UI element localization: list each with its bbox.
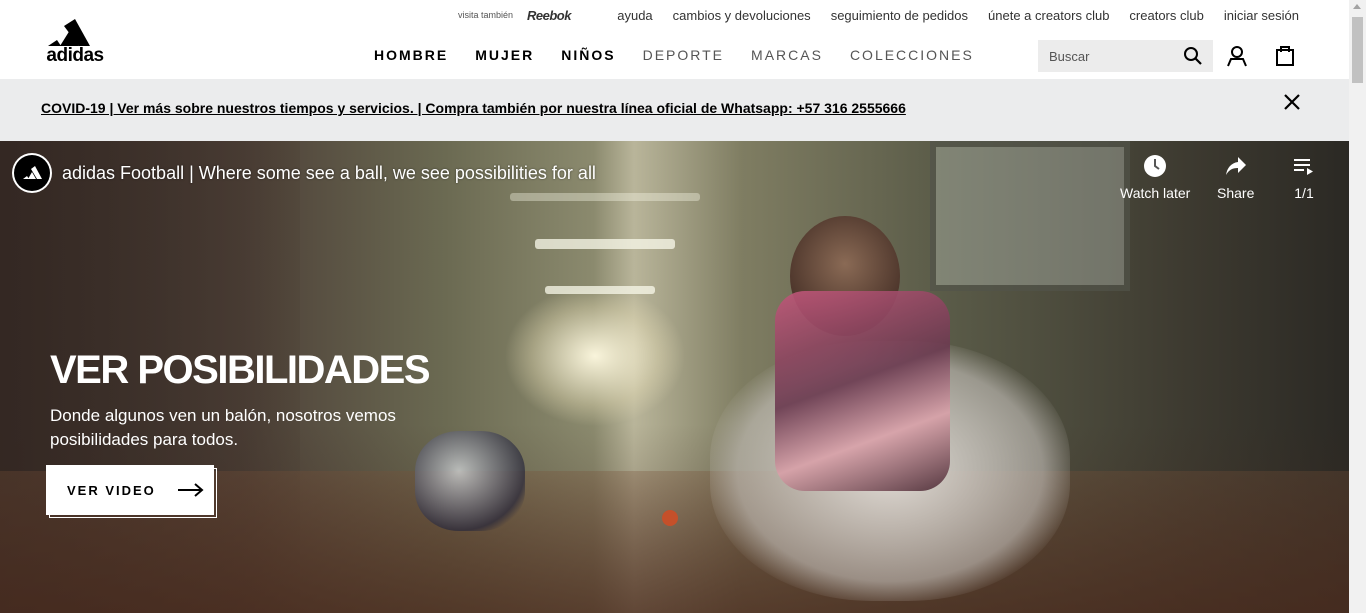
visit-also-label: visita también [458, 10, 514, 20]
sign-in-link[interactable]: iniciar sesión [1224, 8, 1299, 23]
ceiling-light [535, 239, 675, 249]
scroll-up-arrow-icon[interactable] [1353, 4, 1361, 9]
playlist-count: 1/1 [1294, 185, 1314, 201]
video-title[interactable]: adidas Football | Where some see a ball,… [62, 163, 596, 184]
utility-links: ayuda cambios y devoluciones seguimiento… [617, 8, 1299, 23]
join-creators-club-link[interactable]: únete a creators club [988, 8, 1109, 23]
order-tracking-link[interactable]: seguimiento de pedidos [831, 8, 968, 23]
ceiling-light [545, 286, 655, 294]
playlist-icon [1294, 159, 1313, 175]
ceiling-light [510, 193, 700, 201]
nav-item-colecciones[interactable]: COLECCIONES [850, 47, 974, 63]
account-icon[interactable] [1226, 45, 1248, 67]
ver-video-button[interactable]: VER VIDEO [46, 465, 214, 515]
shopping-bag-icon[interactable] [1275, 44, 1295, 66]
search-box [1038, 40, 1213, 72]
channel-avatar-inner [14, 155, 50, 191]
share-icon [1225, 157, 1246, 175]
close-icon[interactable] [1283, 93, 1301, 111]
main-nav: HOMBRE MUJER NIÑOS DEPORTE MARCAS COLECC… [374, 47, 974, 63]
reebok-logo-link[interactable]: Reebok [527, 8, 571, 23]
nav-item-marcas[interactable]: MARCAS [751, 47, 823, 63]
logo-text: adidas [46, 45, 104, 66]
hero-ball [662, 510, 678, 526]
watch-later-label: Watch later [1120, 185, 1191, 201]
ver-video-label: VER VIDEO [67, 482, 156, 498]
share-button[interactable]: Share [1217, 154, 1254, 201]
covid-banner: COVID-19 | Ver más sobre nuestros tiempo… [0, 79, 1349, 141]
nav-item-mujer[interactable]: MUJER [475, 47, 534, 63]
nav-item-deporte[interactable]: DEPORTE [643, 47, 724, 63]
playlist-button[interactable]: 1/1 [1292, 154, 1316, 201]
creators-club-link[interactable]: creators club [1129, 8, 1203, 23]
nav-item-hombre[interactable]: HOMBRE [374, 47, 448, 63]
page-scrollbar[interactable] [1349, 0, 1366, 613]
share-label: Share [1217, 185, 1255, 201]
hero-window [930, 141, 1130, 291]
hero-backpack [775, 291, 950, 491]
watch-later-button[interactable]: Watch later [1120, 154, 1190, 201]
clock-icon [1144, 155, 1167, 177]
arrow-right-icon [177, 483, 204, 497]
hero-video[interactable]: adidas Football | Where some see a ball,… [0, 141, 1349, 613]
channel-avatar[interactable] [12, 153, 52, 193]
adidas-logo[interactable]: adidas [40, 16, 110, 66]
adidas-stripes-icon [23, 166, 42, 179]
scrollbar-thumb[interactable] [1352, 17, 1363, 83]
help-link[interactable]: ayuda [617, 8, 652, 23]
search-icon[interactable] [1183, 46, 1203, 66]
returns-link[interactable]: cambios y devoluciones [673, 8, 811, 23]
hero-subheading: Donde algunos ven un balón, nosotros vem… [50, 406, 396, 449]
adidas-stripes-icon [48, 19, 90, 46]
search-input[interactable] [1038, 40, 1178, 72]
covid-banner-link[interactable]: COVID-19 | Ver más sobre nuestros tiempo… [41, 100, 906, 116]
utility-bar: visita también Reebok ayuda cambios y de… [0, 0, 1349, 32]
nav-item-ninos[interactable]: NIÑOS [561, 47, 615, 63]
hero-heading: VER POSIBILIDADES [50, 348, 431, 392]
